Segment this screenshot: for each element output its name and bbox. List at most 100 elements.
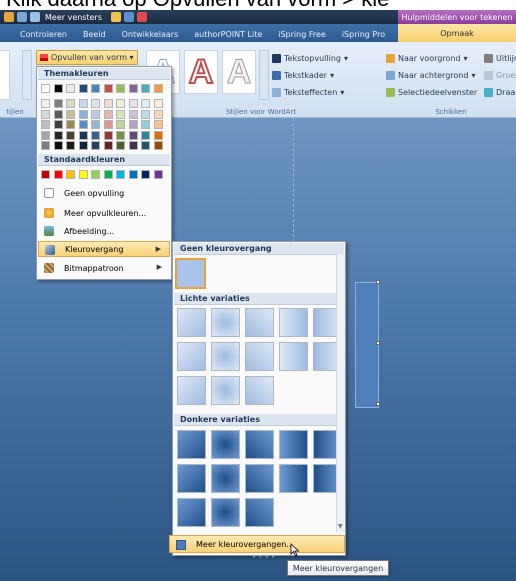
color-swatch[interactable] bbox=[141, 170, 150, 179]
gradient-dark-swatch[interactable] bbox=[177, 430, 206, 459]
color-swatch[interactable] bbox=[78, 99, 88, 108]
color-swatch[interactable] bbox=[153, 120, 163, 129]
menu-item-geen-opvulling[interactable]: Geen opvulling bbox=[38, 185, 170, 201]
color-swatch[interactable] bbox=[78, 130, 88, 140]
color-swatch[interactable] bbox=[53, 170, 63, 179]
resize-handle[interactable] bbox=[376, 341, 380, 345]
tekstopvulling-button[interactable]: Tekstopvulling ▾ bbox=[272, 52, 348, 64]
color-swatch[interactable] bbox=[141, 99, 150, 108]
color-swatch[interactable] bbox=[141, 141, 150, 150]
color-swatch[interactable] bbox=[91, 84, 100, 93]
color-swatch[interactable] bbox=[53, 120, 63, 129]
teksteffecten-button[interactable]: Teksteffecten ▾ bbox=[272, 86, 344, 98]
tab-beeld[interactable]: Beeld bbox=[75, 30, 114, 42]
wordart-style-3[interactable]: A bbox=[222, 50, 256, 94]
color-swatch[interactable] bbox=[66, 141, 75, 150]
color-swatch[interactable] bbox=[41, 109, 50, 119]
meer-vensters-button[interactable]: Meer vensters bbox=[45, 13, 102, 22]
color-swatch[interactable] bbox=[153, 130, 163, 140]
naar-voorgrond-button[interactable]: Naar voorgrond ▾ bbox=[386, 52, 468, 64]
color-swatch[interactable] bbox=[78, 84, 88, 93]
color-swatch[interactable] bbox=[153, 141, 163, 150]
shape-style-scroll[interactable] bbox=[22, 50, 32, 100]
uitlijnen-button[interactable]: Uitlijn bbox=[484, 52, 516, 64]
color-swatch[interactable] bbox=[66, 120, 75, 129]
color-swatch[interactable] bbox=[153, 109, 163, 119]
color-swatch[interactable] bbox=[41, 120, 50, 129]
color-swatch[interactable] bbox=[78, 109, 88, 119]
color-swatch[interactable] bbox=[116, 99, 125, 108]
shape-style-preview[interactable] bbox=[0, 50, 10, 100]
menu-item-bitmappatroon[interactable]: Bitmappatroon ▶ bbox=[38, 260, 170, 276]
color-swatch[interactable] bbox=[66, 130, 75, 140]
gradient-light-swatch[interactable] bbox=[245, 376, 274, 405]
meer-kleurovergangen-item[interactable]: Meer kleurovergangen... bbox=[169, 535, 345, 553]
color-swatch[interactable] bbox=[66, 84, 75, 93]
gradient-light-swatch[interactable] bbox=[279, 342, 308, 371]
gradient-light-swatch[interactable] bbox=[177, 342, 206, 371]
color-swatch[interactable] bbox=[41, 99, 50, 108]
color-swatch[interactable] bbox=[66, 170, 75, 179]
color-swatch[interactable] bbox=[91, 120, 100, 129]
color-swatch[interactable] bbox=[141, 130, 150, 140]
tab-controleren[interactable]: Controleren bbox=[0, 30, 75, 42]
selectiedeelvenster-button[interactable]: Selectiedeelvenster bbox=[386, 86, 477, 98]
color-swatch[interactable] bbox=[41, 84, 50, 93]
color-swatch[interactable] bbox=[128, 170, 138, 179]
color-swatch[interactable] bbox=[116, 130, 125, 140]
naar-achtergrond-button[interactable]: Naar achtergrond ▾ bbox=[386, 69, 475, 81]
color-swatch[interactable] bbox=[91, 170, 100, 179]
gradient-dark-swatch[interactable] bbox=[177, 498, 206, 527]
app-icon[interactable] bbox=[4, 12, 14, 22]
gradient-light-swatch[interactable] bbox=[177, 376, 206, 405]
color-swatch[interactable] bbox=[128, 120, 138, 129]
gradient-light-swatch[interactable] bbox=[245, 342, 274, 371]
wordart-style-2[interactable]: A bbox=[184, 50, 218, 94]
gradient-light-swatch[interactable] bbox=[245, 308, 274, 337]
color-swatch[interactable] bbox=[41, 170, 50, 179]
tab-ontwikkelaars[interactable]: Ontwikkelaars bbox=[114, 30, 187, 42]
color-swatch[interactable] bbox=[116, 109, 125, 119]
scroll-down-icon[interactable]: ▼ bbox=[338, 523, 343, 530]
tab-ispring-pro[interactable]: iSpring Pro bbox=[334, 30, 393, 42]
color-swatch[interactable] bbox=[128, 84, 138, 93]
gradient-light-swatch[interactable] bbox=[177, 308, 206, 337]
color-swatch[interactable] bbox=[116, 120, 125, 129]
wordart-gallery-scroll[interactable] bbox=[259, 50, 269, 100]
selected-shape[interactable] bbox=[355, 280, 380, 408]
color-swatch[interactable] bbox=[53, 141, 63, 150]
gradient-dark-swatch[interactable] bbox=[211, 464, 240, 493]
color-swatch[interactable] bbox=[66, 109, 75, 119]
opvullen-van-vorm-button[interactable]: Opvullen van vorm ▾ bbox=[36, 50, 138, 65]
gradient-dark-swatch[interactable] bbox=[245, 498, 274, 527]
submenu-scrollbar[interactable]: ▼ bbox=[336, 254, 345, 532]
color-swatch[interactable] bbox=[153, 84, 163, 93]
color-swatch[interactable] bbox=[103, 170, 113, 179]
gradient-dark-swatch[interactable] bbox=[279, 464, 308, 493]
color-swatch[interactable] bbox=[53, 84, 63, 93]
gradient-light-swatch[interactable] bbox=[211, 308, 240, 337]
draaien-button[interactable]: Draai bbox=[484, 86, 516, 98]
menu-item-afbeelding[interactable]: Afbeelding... bbox=[38, 223, 170, 239]
arrow-icon[interactable] bbox=[124, 12, 134, 22]
color-swatch[interactable] bbox=[141, 109, 150, 119]
menu-item-kleurovergang[interactable]: Kleurovergang ▶ bbox=[38, 241, 170, 257]
color-swatch[interactable] bbox=[53, 130, 63, 140]
color-swatch[interactable] bbox=[41, 130, 50, 140]
resize-grip[interactable]: • • • • bbox=[252, 553, 275, 561]
color-swatch[interactable] bbox=[141, 84, 150, 93]
color-swatch[interactable] bbox=[103, 84, 113, 93]
color-swatch[interactable] bbox=[103, 99, 113, 108]
color-swatch[interactable] bbox=[78, 141, 88, 150]
chart-icon[interactable] bbox=[17, 12, 27, 22]
color-swatch[interactable] bbox=[78, 170, 88, 179]
resize-handle[interactable] bbox=[376, 402, 380, 406]
color-swatch[interactable] bbox=[141, 120, 150, 129]
font-color-icon[interactable] bbox=[137, 12, 147, 22]
gradient-dark-swatch[interactable] bbox=[279, 430, 308, 459]
tab-authorpoint[interactable]: authorPOINT Lite bbox=[186, 30, 270, 42]
menu-item-meer-opvulkleuren[interactable]: Meer opvulkleuren... bbox=[38, 205, 170, 221]
gradient-dark-swatch[interactable] bbox=[245, 464, 274, 493]
gradient-light-swatch[interactable] bbox=[279, 308, 308, 337]
resize-handle[interactable] bbox=[376, 280, 380, 284]
